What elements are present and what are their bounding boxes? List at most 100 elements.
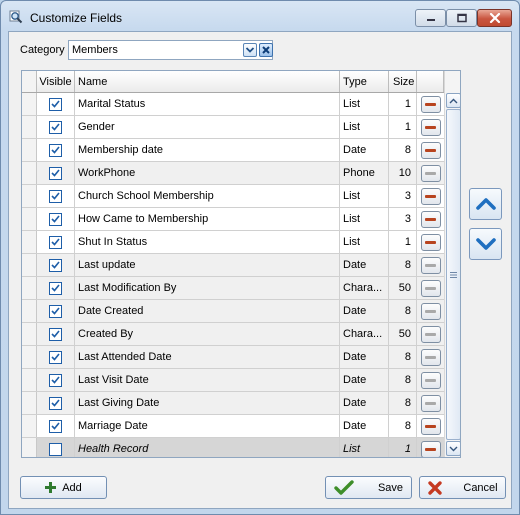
category-clear-button[interactable] [259,43,273,57]
category-select[interactable]: Members [68,40,273,60]
row-selector[interactable] [22,116,37,138]
row-selector[interactable] [22,300,37,322]
column-header-visible[interactable]: Visible [37,71,75,92]
visible-checkbox[interactable] [49,97,62,111]
add-button[interactable]: Add [20,476,107,499]
visible-checkbox[interactable] [49,235,62,249]
x-icon [427,480,443,496]
minimize-button[interactable] [415,9,446,27]
visible-checkbox[interactable] [49,120,62,134]
cancel-button[interactable]: Cancel [419,476,506,499]
table-row[interactable]: Marriage Date Date 8 [22,415,444,438]
remove-field-button[interactable] [420,417,441,435]
remove-field-button[interactable] [420,440,441,457]
move-down-button[interactable] [469,228,502,260]
row-selector[interactable] [22,346,37,368]
table-row[interactable]: Last Giving Date Date 8 [22,392,444,415]
minus-icon [425,378,436,382]
visible-checkbox[interactable] [49,189,62,203]
row-selector[interactable] [22,185,37,207]
table-row[interactable]: Church School Membership List 3 [22,185,444,208]
row-selector[interactable] [22,438,37,457]
row-selector[interactable] [22,162,37,184]
table-row[interactable]: Shut In Status List 1 [22,231,444,254]
remove-cell [417,139,444,161]
row-selector[interactable] [22,277,37,299]
visible-checkbox[interactable] [49,304,62,318]
visible-checkbox[interactable] [49,396,62,410]
table-row[interactable]: Last Modification By Chara... 50 [22,277,444,300]
remove-field-button[interactable] [420,141,441,159]
visible-cell [37,254,75,276]
table-row[interactable]: Last Visit Date Date 8 [22,369,444,392]
scroll-thumb[interactable] [446,109,460,440]
remove-field-button[interactable] [420,348,441,366]
visible-cell [37,208,75,230]
scroll-down-button[interactable] [446,441,460,456]
table-row[interactable]: Created By Chara... 50 [22,323,444,346]
remove-field-button[interactable] [420,371,441,389]
maximize-button[interactable] [446,9,477,27]
remove-field-button[interactable] [420,164,441,182]
field-type: Chara... [340,277,389,299]
scroll-up-button[interactable] [446,93,460,108]
remove-field-button[interactable] [420,394,441,412]
visible-checkbox[interactable] [49,212,62,226]
table-row[interactable]: WorkPhone Phone 10 [22,162,444,185]
remove-cell [417,116,444,138]
visible-checkbox[interactable] [49,143,62,157]
save-button[interactable]: Save [325,476,412,499]
column-header-type[interactable]: Type [340,71,389,92]
remove-field-button[interactable] [420,118,441,136]
row-selector[interactable] [22,208,37,230]
grid-header: Visible Name Type Size [22,71,444,93]
field-size: 1 [389,231,417,253]
row-selector[interactable] [22,392,37,414]
table-row[interactable]: Last Attended Date Date 8 [22,346,444,369]
visible-checkbox[interactable] [49,442,62,456]
visible-checkbox[interactable] [49,419,62,433]
visible-checkbox[interactable] [49,166,62,180]
remove-field-button[interactable] [420,210,441,228]
table-row[interactable]: Gender List 1 [22,116,444,139]
grid-scrollbar[interactable] [444,71,460,457]
table-row[interactable]: Membership date Date 8 [22,139,444,162]
table-row[interactable]: Date Created Date 8 [22,300,444,323]
field-name: Marriage Date [75,415,340,437]
minus-icon [425,194,436,198]
visible-cell [37,277,75,299]
table-row[interactable]: Health Record List 1 [22,438,444,457]
table-row[interactable]: Marital Status List 1 [22,93,444,116]
remove-field-button[interactable] [420,233,441,251]
row-selector[interactable] [22,231,37,253]
minus-icon [425,447,436,451]
field-name: Health Record [75,438,340,457]
column-header-name[interactable]: Name [75,71,340,92]
remove-field-button[interactable] [420,95,441,113]
row-selector[interactable] [22,323,37,345]
remove-field-button[interactable] [420,256,441,274]
visible-checkbox[interactable] [49,258,62,272]
row-selector[interactable] [22,415,37,437]
field-name: Last Giving Date [75,392,340,414]
row-selector[interactable] [22,139,37,161]
row-selector[interactable] [22,369,37,391]
category-dropdown-button[interactable] [243,43,257,57]
visible-checkbox[interactable] [49,281,62,295]
remove-field-button[interactable] [420,187,441,205]
column-header-size[interactable]: Size [389,71,417,92]
remove-field-button[interactable] [420,325,441,343]
table-row[interactable]: Last update Date 8 [22,254,444,277]
table-row[interactable]: How Came to Membership List 3 [22,208,444,231]
visible-checkbox[interactable] [49,327,62,341]
visible-checkbox[interactable] [49,373,62,387]
row-selector[interactable] [22,93,37,115]
row-selector[interactable] [22,254,37,276]
row-selector-header [22,71,37,92]
remove-field-button[interactable] [420,279,441,297]
close-button[interactable] [477,9,512,27]
visible-checkbox[interactable] [49,350,62,364]
minus-icon [425,240,436,244]
remove-field-button[interactable] [420,302,441,320]
move-up-button[interactable] [469,188,502,220]
